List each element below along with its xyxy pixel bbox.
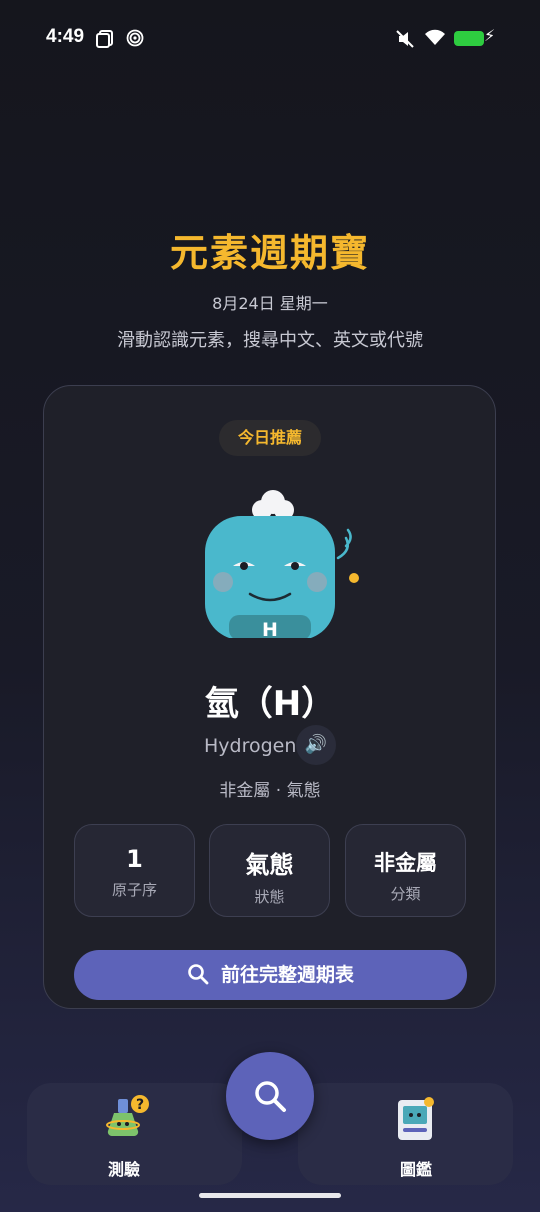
status-bar: 4:49 ⚡ — [0, 0, 540, 78]
today-recommend-badge: 今日推薦 — [219, 420, 321, 456]
spiral-icon — [126, 29, 144, 47]
stat-label: 分類 — [390, 885, 421, 903]
stat-atomic-number: 1 原子序 — [74, 824, 195, 917]
nav-encyclopedia-label: 圖鑑 — [400, 1160, 433, 1179]
stat-category: 非金屬 分類 — [345, 824, 466, 917]
home-indicator[interactable] — [199, 1193, 341, 1198]
nav-quiz-label: 測驗 — [108, 1160, 141, 1179]
subtitle: 滑動認識元素，搜尋中文、英文或代號 — [117, 330, 423, 351]
battery-icon — [454, 31, 484, 46]
quiz-flask-icon: ? — [106, 1095, 149, 1137]
search-icon — [255, 1081, 286, 1112]
stat-label: 原子序 — [111, 881, 157, 899]
element-meta: 非金屬 · 氣態 — [219, 781, 321, 801]
wifi-icon — [425, 29, 445, 45]
book-icon — [398, 1097, 434, 1140]
mute-icon — [396, 30, 414, 48]
screen-icon — [96, 30, 113, 48]
element-english-name: Hydrogen — [204, 735, 297, 757]
stat-value: 氣態 — [245, 851, 294, 879]
stat-state: 氣態 狀態 — [209, 824, 330, 917]
hydrogen-mascot: H — [205, 490, 359, 638]
stat-value: 非金屬 — [374, 851, 437, 875]
goto-periodic-table-button[interactable]: 前往完整週期表 — [74, 950, 467, 1000]
svg-text:?: ? — [136, 1097, 144, 1113]
element-name: 氫（H） — [204, 684, 336, 724]
mascot-symbol: H — [262, 619, 278, 638]
charging-icon: ⚡ — [484, 26, 496, 45]
search-icon — [188, 964, 209, 985]
stat-value: 1 — [126, 845, 143, 873]
speaker-icon[interactable]: 🔊 — [296, 725, 336, 765]
search-fab-button[interactable] — [226, 1052, 314, 1140]
status-time: 4:49 — [46, 26, 85, 47]
app-title: 元素週期寶 — [169, 231, 370, 275]
goto-button-label: 前往完整週期表 — [220, 964, 354, 986]
date-label: 8月24日 星期一 — [212, 294, 328, 313]
stat-label: 狀態 — [254, 888, 285, 906]
